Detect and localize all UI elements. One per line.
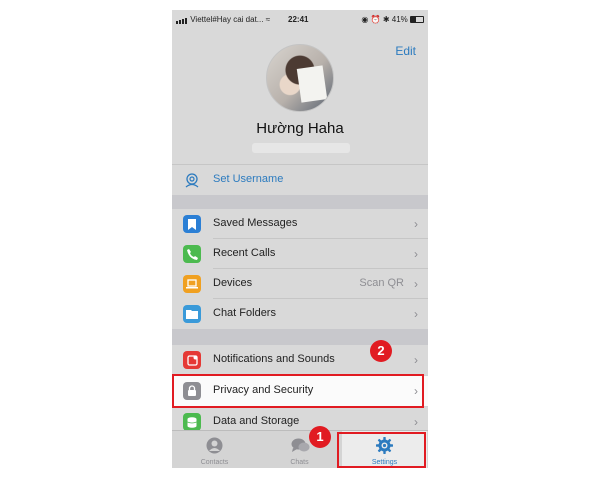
carrier-name: Viettel#Hay cai dat... — [190, 15, 264, 24]
profile-name: Hường Haha — [256, 120, 344, 137]
laptop-icon — [183, 275, 201, 293]
section-divider — [172, 329, 428, 345]
menu-item-devices[interactable]: Devices Scan QR › — [172, 269, 428, 299]
profile-header: Edit Hường Haha — [172, 30, 428, 164]
menu-item-saved-messages[interactable]: Saved Messages › — [172, 209, 428, 239]
chevron-right-icon: › — [414, 307, 418, 321]
chevron-right-icon: › — [414, 415, 418, 429]
battery-percent: 41% — [391, 15, 408, 24]
menu-item-chat-folders[interactable]: Chat Folders › — [172, 299, 428, 329]
chat-bubbles-icon — [291, 437, 310, 454]
edit-button[interactable]: Edit — [395, 44, 416, 58]
set-username-label: Set Username — [213, 173, 284, 185]
database-icon — [183, 413, 201, 431]
section-divider — [172, 195, 428, 209]
step-2-badge: 2 — [370, 340, 392, 362]
phone-icon — [183, 245, 201, 263]
highlight-privacy-security — [172, 374, 424, 408]
redacted-phone-number — [252, 143, 350, 153]
status-bar: Viettel#Hay cai dat... ≈ 22:41 ◉ ⏰ ✱ 41% — [172, 10, 428, 30]
signal-icon — [176, 15, 188, 24]
set-username-row[interactable]: Set Username — [172, 164, 428, 195]
chevron-right-icon: › — [414, 247, 418, 261]
devices-value: Scan QR — [359, 277, 404, 289]
avatar[interactable] — [266, 44, 334, 112]
at-person-icon — [183, 171, 201, 189]
highlight-settings-tab — [337, 432, 426, 468]
chevron-right-icon: › — [414, 217, 418, 231]
alarm-icon: ⏰ — [370, 15, 381, 24]
person-icon — [206, 437, 223, 454]
status-time: 22:41 — [288, 15, 309, 24]
bluetooth-icon: ✱ — [382, 15, 390, 24]
chevron-right-icon: › — [414, 353, 418, 367]
folder-icon — [183, 305, 201, 323]
tab-contacts[interactable]: Contacts — [172, 431, 257, 468]
location-icon: ◉ — [361, 15, 369, 24]
step-1-badge: 1 — [309, 426, 331, 448]
wifi-icon: ≈ — [265, 15, 271, 24]
bell-icon — [183, 351, 201, 369]
battery-icon — [410, 16, 424, 23]
bookmark-icon — [183, 215, 201, 233]
chevron-right-icon: › — [414, 277, 418, 291]
menu-item-recent-calls[interactable]: Recent Calls › — [172, 239, 428, 269]
